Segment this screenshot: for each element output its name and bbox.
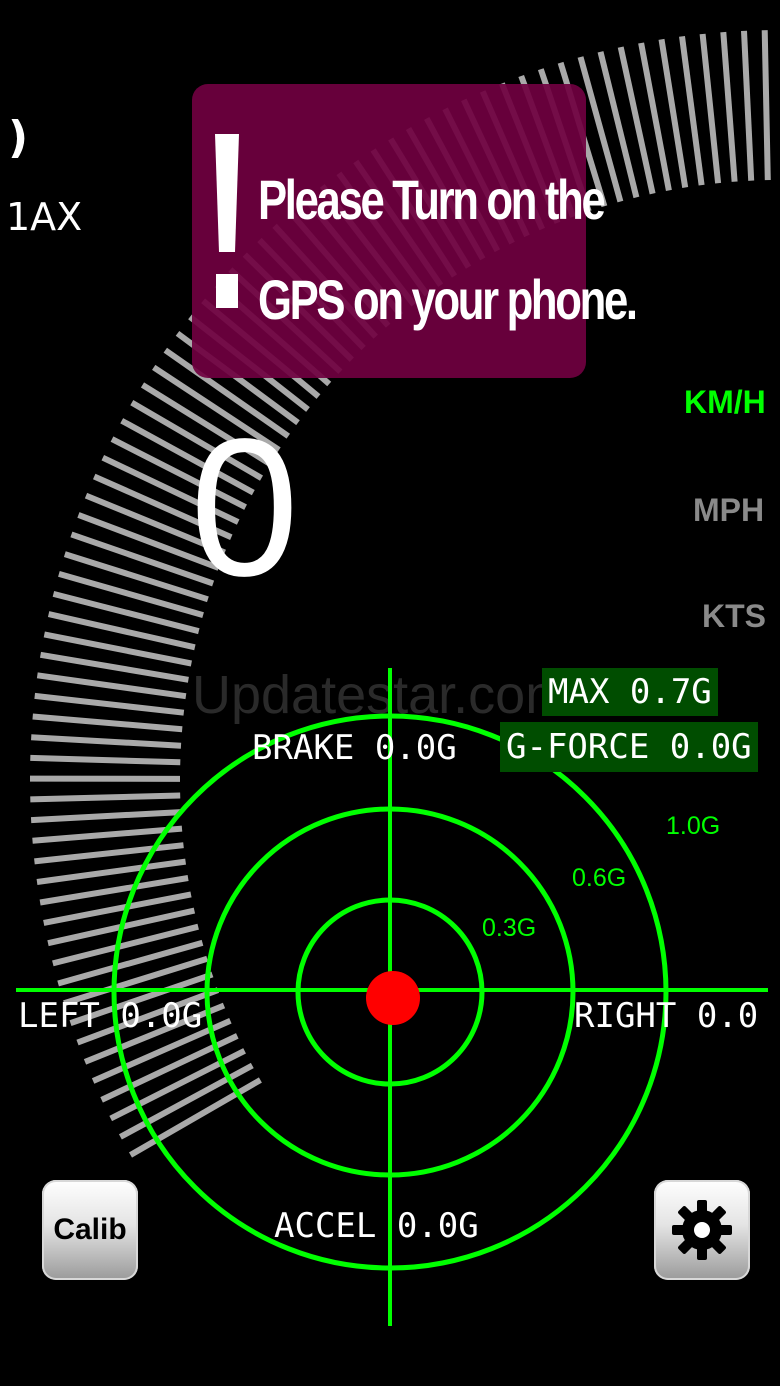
calib-button-label: Calib: [53, 1213, 127, 1246]
current-gforce-label: G-FORCE 0.0G: [500, 722, 758, 772]
calib-button[interactable]: Calib: [42, 1180, 138, 1280]
right-label: RIGHT 0.0: [574, 996, 759, 1036]
left-label: LEFT 0.0G: [18, 996, 203, 1036]
ring-label-0-3g: 0.3G: [482, 914, 537, 942]
settings-button[interactable]: [654, 1180, 750, 1280]
brake-label: BRAKE 0.0G: [252, 728, 457, 768]
gforce-dot: [366, 971, 420, 1025]
gear-icon: [672, 1200, 732, 1260]
ring-label-1-0g: 1.0G: [666, 812, 721, 840]
max-gforce-label: MAX 0.7G: [542, 668, 718, 716]
accel-label: ACCEL 0.0G: [274, 1206, 479, 1246]
ring-label-0-6g: 0.6G: [572, 864, 627, 892]
